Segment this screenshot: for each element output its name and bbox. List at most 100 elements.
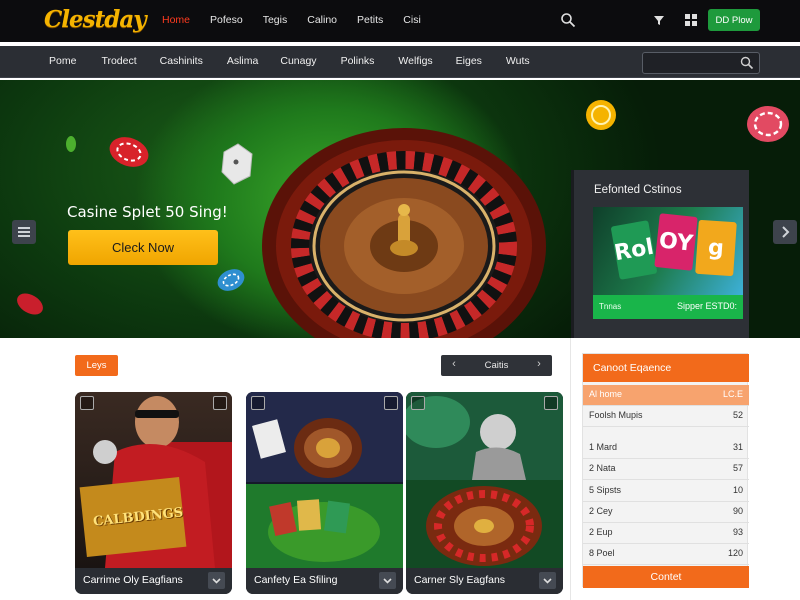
expand-icon[interactable] (544, 396, 558, 410)
brand-logo[interactable]: Clestday (44, 6, 147, 33)
green-gem-icon (66, 136, 76, 152)
dropdown-button[interactable] (539, 572, 556, 589)
top-nav-item-5[interactable]: Petits (357, 14, 383, 26)
pager-next-icon[interactable]: › (532, 358, 546, 370)
leaderboard-title: Canoot Eqaence (593, 362, 672, 374)
game-card-caption-bar: Carrime Oly Eagfians (75, 568, 232, 594)
leaderboard-button[interactable]: Contet (583, 566, 749, 588)
list-icon (18, 227, 30, 237)
filter-icon[interactable] (652, 13, 666, 27)
red-chip-small-icon (17, 293, 43, 315)
featured-tile-2: OY (654, 213, 698, 271)
leaderboard-subheader-value: LC.E (722, 389, 743, 399)
row-value: 52 (732, 410, 743, 420)
game-card-title: Carner Sly Eagfans (414, 574, 506, 586)
row-name: 2 Eup (589, 527, 613, 537)
chevron-down-icon (212, 578, 221, 584)
leaderboard-row[interactable]: 2 Eup 93 (583, 523, 749, 544)
subnav-item-2[interactable]: Trodect (101, 55, 136, 67)
featured-bar[interactable]: Tnnas Sipper ESTD0: (593, 295, 743, 319)
game-card-caption-bar: Carner Sly Eagfans (406, 568, 563, 594)
games-tag[interactable]: Leys (75, 355, 118, 376)
top-nav-item-2[interactable]: Pofeso (210, 14, 243, 26)
search-icon (740, 56, 754, 70)
search-input[interactable] (642, 52, 760, 74)
login-button[interactable]: DD Plow (708, 9, 760, 31)
row-value: 31 (732, 442, 743, 452)
row-value: 90 (732, 506, 743, 516)
leaderboard-row[interactable]: 8 Poel 120 (583, 544, 749, 565)
row-value: 93 (732, 527, 743, 537)
search-icon[interactable] (560, 12, 576, 28)
pink-chip-icon (747, 106, 789, 142)
hero-cta-button[interactable]: Clеck Now (68, 230, 218, 265)
leaderboard-row[interactable]: Foolsh Mupis 52 (583, 406, 749, 427)
game-card[interactable]: Carner Sly Eagfans (406, 392, 563, 594)
top-nav: Home Pofeso Tegis Calino Petits Cisi (162, 14, 441, 26)
section-divider (570, 338, 571, 600)
featured-bar-right: Sipper ESTD0: (676, 301, 737, 311)
game-card-caption-bar: Canfety Ea Sfiling (246, 568, 403, 594)
row-name: 8 Poel (589, 548, 615, 558)
leaderboard-row[interactable]: 2 Nata 57 (583, 459, 749, 480)
subnav-item-9[interactable]: Wuts (506, 55, 530, 67)
gold-coin-icon (586, 100, 616, 130)
subnav-item-6[interactable]: Polinks (341, 55, 375, 67)
featured-tile-3: g (695, 219, 737, 277)
expand-icon[interactable] (213, 396, 227, 410)
games-pager: ‹ Caitis › (441, 355, 552, 376)
top-nav-item-4[interactable]: Calino (307, 14, 337, 26)
game-card-title: Canfety Ea Sfiling (254, 574, 338, 586)
subnav-item-3[interactable]: Cashinits (160, 55, 203, 67)
blue-chip-icon (217, 269, 245, 291)
red-chip-icon (109, 137, 149, 167)
leaderboard-subheader[interactable]: Al home LC.E (583, 385, 749, 406)
chevron-down-icon (543, 578, 552, 584)
row-value: 120 (727, 548, 743, 558)
grid-icon[interactable] (684, 13, 698, 27)
row-name: 1 Mard (589, 442, 618, 452)
favorite-icon[interactable] (251, 396, 265, 410)
carousel-prev-button[interactable] (12, 220, 36, 244)
row-value: 10 (732, 485, 743, 495)
row-value: 57 (732, 463, 743, 473)
featured-title: Eefonted Cstinos (594, 184, 682, 196)
row-name: 5 Sipsts (589, 485, 622, 495)
subnav-item-4[interactable]: Aslima (227, 55, 259, 67)
dropdown-button[interactable] (379, 572, 396, 589)
favorite-icon[interactable] (411, 396, 425, 410)
featured-tile-1: Rol (610, 220, 658, 280)
leaderboard-header: Canoot Eqaence (583, 354, 749, 382)
subnav-item-7[interactable]: Welfigs (398, 55, 432, 67)
dice-icon (221, 143, 253, 185)
secondary-nav-items: Pome Trodect Cashinits Aslima Cunagy Pol… (49, 55, 530, 67)
carousel-next-button[interactable] (773, 220, 797, 244)
subnav-item-8[interactable]: Eiges (456, 55, 482, 67)
roulette-wheel-image (262, 128, 546, 338)
favorite-icon[interactable] (80, 396, 94, 410)
top-nav-item-6[interactable]: Cisi (403, 14, 421, 26)
leaderboard-subheader-name: Al home (589, 389, 623, 399)
chevron-down-icon (383, 578, 392, 584)
leaderboard-row[interactable]: 2 Cey 90 (583, 502, 749, 523)
featured-casinos-panel: Eefonted Cstinos Rol OY g Tnnas Sipper E… (571, 170, 749, 338)
chevron-right-icon (782, 226, 790, 238)
featured-bar-left: Tnnas (599, 302, 622, 311)
subnav-item-5[interactable]: Cunagy (280, 55, 316, 67)
leaderboard-row[interactable]: 5 Sipsts 10 (583, 481, 749, 502)
dropdown-button[interactable] (208, 572, 225, 589)
leaderboard-panel: Canoot Eqaence Al home LC.E Foolsh Mupis… (582, 353, 749, 588)
game-card-image (75, 392, 232, 568)
game-card[interactable]: Canfety Ea Sfiling (246, 392, 403, 594)
row-name: 2 Nata (589, 463, 616, 473)
subnav-item-1[interactable]: Pome (49, 55, 76, 67)
top-nav-item-home[interactable]: Home (162, 14, 190, 26)
top-nav-item-3[interactable]: Tegis (263, 14, 288, 26)
row-name: 2 Cey (589, 506, 613, 516)
row-name: Foolsh Mupis (589, 410, 643, 420)
hero-title: Casine Splet 50 Sing! (67, 203, 228, 221)
leaderboard-row[interactable]: 1 Mard 31 (583, 438, 749, 459)
game-card[interactable]: CALBDINGS Carrime Oly Eagfians (75, 392, 232, 594)
expand-icon[interactable] (384, 396, 398, 410)
featured-image[interactable]: Rol OY g (593, 207, 743, 295)
